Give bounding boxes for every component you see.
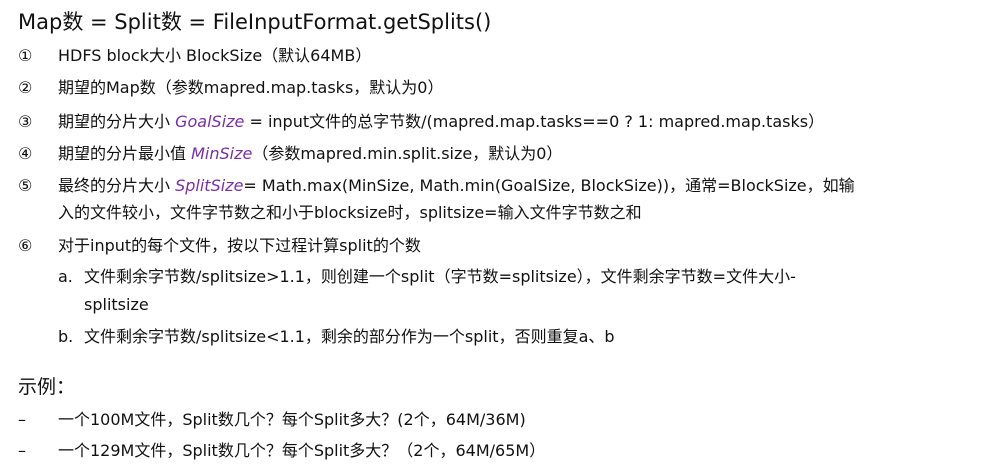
sub-item-letter: a.	[58, 267, 73, 286]
sub-item-text: 文件剩余字节数/splitsize<1.1，剩余的部分作为一个split，否则重…	[84, 327, 615, 346]
item-text-post: = input文件的总字节数/(mapred.map.tasks==0 ? 1:…	[244, 112, 825, 131]
item-text-pre: 期望的分片大小	[58, 112, 176, 131]
example-text: 一个129M文件，Split数几个？每个Split多大？（2个，64M/65M）	[58, 441, 546, 460]
dash-bullet: –	[18, 441, 26, 460]
variable-splitsize: SplitSize	[175, 176, 244, 195]
item-number: ④	[18, 144, 33, 163]
item-text-line2: 入的文件较小，文件字节数之和小于blocksize时，splitsize=输入文…	[58, 203, 642, 222]
sub-item-text-line2: splitsize	[84, 295, 149, 314]
item-number: ⑤	[18, 176, 33, 195]
sub-item-text: 文件剩余字节数/splitsize>1.1，则创建一个split（字节数=spl…	[84, 267, 796, 286]
item-text: 对于input的每个文件，按以下过程计算split的个数	[58, 236, 421, 255]
example-text: 一个100M文件，Split数几个？每个Split多大？(2个，64M/36M)	[58, 410, 526, 429]
item-number: ⑥	[18, 236, 33, 255]
item-number: ①	[18, 46, 33, 65]
item-text-post: （参数mapred.min.split.size，默认为0）	[252, 144, 563, 163]
item-text: 期望的分片大小 GoalSize = input文件的总字节数/(mapred.…	[58, 111, 824, 133]
item-text: 期望的分片最小值 MinSize（参数mapred.min.split.size…	[58, 143, 562, 165]
item-text-pre: 最终的分片大小	[58, 176, 176, 195]
example-heading: 示例：	[18, 376, 76, 398]
item-number: ③	[18, 112, 33, 131]
sub-item-letter: b.	[58, 327, 74, 346]
item-text-pre: 期望的分片最小值	[58, 144, 192, 163]
item-text: 最终的分片大小 SplitSize= Math.max(MinSize, Mat…	[58, 175, 855, 197]
variable-goalsize: GoalSize	[175, 112, 245, 131]
item-text-post: = Math.max(MinSize, Math.min(GoalSize, B…	[243, 176, 855, 195]
item-text: HDFS block大小 BlockSize（默认64MB）	[58, 46, 372, 65]
dash-bullet: –	[18, 410, 26, 429]
page-title: Map数 = Split数 = FileInputFormat.getSplit…	[18, 10, 492, 34]
item-text: 期望的Map数（参数mapred.map.tasks，默认为0）	[58, 78, 444, 97]
variable-minsize: MinSize	[191, 144, 253, 163]
item-number: ②	[18, 78, 33, 97]
